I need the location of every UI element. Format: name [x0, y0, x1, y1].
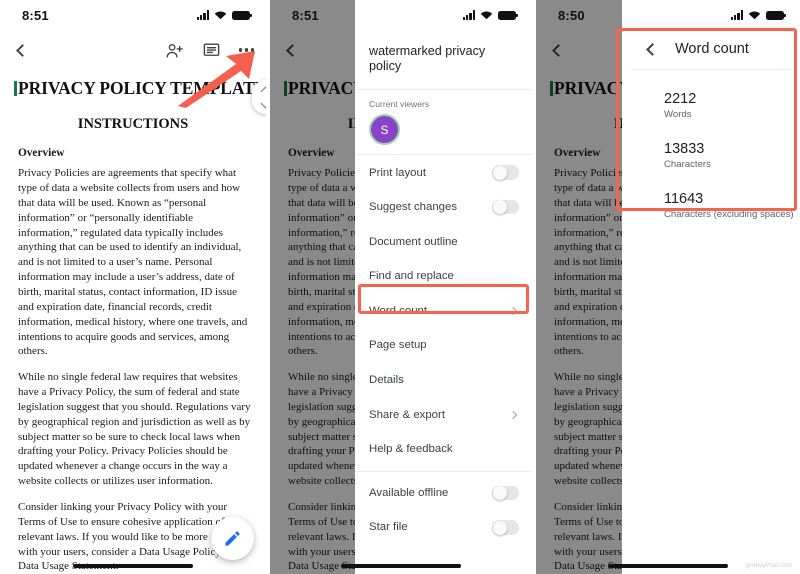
menu-item-label: Page setup [369, 339, 427, 352]
status-time: 8:51 [292, 7, 319, 23]
back-icon[interactable] [16, 43, 29, 57]
menu-item-label: Find and replace [369, 270, 454, 283]
chevron-up-icon [260, 86, 266, 96]
menu-item-label: Share & export [369, 408, 445, 421]
sheet-scrim[interactable] [536, 0, 622, 574]
drawer-document-title: watermarked privacy policy [355, 30, 532, 91]
signal-bars-icon [462, 10, 475, 20]
battery-icon [498, 10, 518, 20]
menu-item-share-and-export[interactable]: Share & export [355, 397, 532, 432]
menu-item-help-and-feedback[interactable]: Help & feedback [355, 432, 532, 467]
edit-fab-button[interactable] [211, 517, 254, 560]
panel-menu: PRIVACY POLICY TEMPLATE INSTRUCTIONS Ove… [270, 0, 532, 574]
status-time: 8:50 [558, 7, 585, 23]
battery-icon [232, 10, 252, 20]
menu-item-label: Word count [369, 304, 428, 317]
menu-item-label: Available offline [369, 486, 449, 499]
stat-value: 13833 [664, 141, 705, 158]
screenshot-stage: PRIVACY POLICY TEMPLATE INSTRUCTIONS Ove… [0, 0, 800, 574]
chevron-right-icon [508, 306, 518, 316]
stat-value: 11643 [664, 191, 704, 208]
menu-item-print-layout[interactable]: Print layout [355, 155, 532, 190]
menu-item-word-count[interactable]: Word count [355, 294, 532, 329]
menu-item-available-offline[interactable]: Available offline [355, 476, 532, 511]
status-time: 8:51 [22, 7, 49, 23]
print-layout-toggle[interactable] [492, 165, 519, 180]
stat-characters: 13833 Characters [622, 140, 800, 170]
menu-item-suggest-changes[interactable]: Suggest changes [355, 190, 532, 225]
current-viewers-label: Current viewers [369, 99, 430, 110]
document-body: Overview Privacy Policies are agreements… [0, 146, 266, 574]
menu-item-details[interactable]: Details [355, 363, 532, 398]
panel-word-count: PRIVACY POLICY TEMPLATE INSTRUCTIONS Ove… [536, 0, 800, 574]
signal-bars-icon [196, 10, 209, 20]
menu-item-document-outline[interactable]: Document outline [355, 224, 532, 259]
menu-divider [355, 470, 532, 472]
home-indicator [341, 564, 461, 568]
menu-item-star-file[interactable]: Star file [355, 510, 532, 545]
stat-label: Characters (excluding spaces) [664, 209, 794, 221]
home-indicator [73, 564, 193, 568]
word-count-sheet: Word count 2212 Words 13833 Characters 1… [622, 0, 800, 574]
chevron-right-icon [508, 410, 518, 419]
panel-document: PRIVACY POLICY TEMPLATE INSTRUCTIONS Ove… [0, 0, 266, 574]
watermark: groovyPost.com [746, 563, 792, 569]
menu-scrim[interactable] [270, 0, 355, 574]
stat-label: Words [664, 109, 692, 121]
menu-item-label: Document outline [369, 235, 458, 248]
status-bar: 8:50 [536, 0, 800, 30]
menu-item-label: Print layout [369, 166, 426, 179]
paragraph-2: While no single federal law requires tha… [18, 371, 251, 488]
wifi-icon [214, 10, 227, 20]
text-cursor [14, 81, 17, 96]
star-file-toggle[interactable] [492, 520, 519, 535]
menu-item-label: Suggest changes [369, 201, 458, 214]
home-indicator [608, 564, 728, 568]
options-drawer: watermarked privacy policy Current viewe… [355, 0, 532, 574]
paragraph-1: Privacy Policies are agreements that spe… [18, 167, 248, 358]
stat-value: 2212 [664, 91, 697, 107]
signal-bars-icon [730, 10, 743, 20]
wifi-icon [748, 10, 761, 20]
chevron-down-icon [260, 98, 266, 108]
available-offline-toggle[interactable] [492, 485, 519, 501]
menu-item-find-and-replace[interactable]: Find and replace [355, 259, 532, 294]
pencil-icon [225, 531, 240, 546]
suggest-changes-toggle[interactable] [492, 199, 519, 215]
drawer-menu: Print layout Suggest changes Document ou… [355, 154, 532, 545]
status-bar: 8:51 [0, 0, 266, 30]
red-arrow-annotation [178, 51, 255, 108]
menu-item-label: Help & feedback [369, 443, 453, 456]
battery-icon [766, 10, 786, 20]
word-count-header: Word count [631, 30, 791, 70]
menu-item-label: Details [369, 374, 404, 387]
word-count-title: Word count [675, 41, 749, 57]
stat-label: Characters [664, 159, 711, 171]
document-heading: INSTRUCTIONS [77, 116, 189, 132]
menu-item-page-setup[interactable]: Page setup [355, 328, 532, 363]
status-bar: 8:51 [270, 0, 532, 30]
menu-item-label: Star file [369, 521, 408, 534]
stat-characters-excluding-spaces: 11643 Characters (excluding spaces) [622, 190, 800, 220]
stat-words: 2212 Words [622, 90, 800, 120]
overview-heading: Overview [18, 147, 65, 159]
avatar[interactable]: S [369, 114, 400, 146]
back-icon[interactable] [646, 42, 659, 56]
wifi-icon [480, 10, 493, 20]
